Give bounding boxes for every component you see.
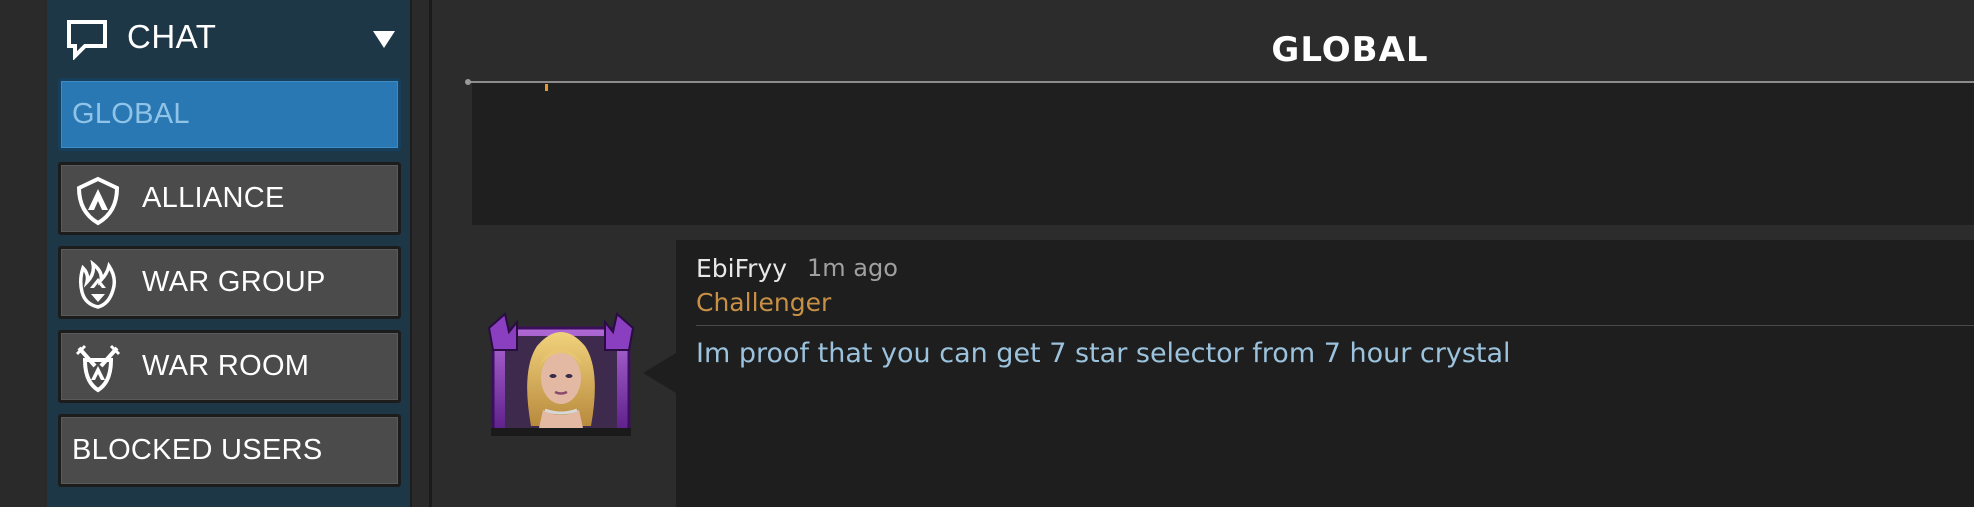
sidebar-item-label: GLOBAL (72, 98, 190, 130)
left-gutter (0, 0, 47, 507)
message-username[interactable]: EbiFryy (696, 254, 787, 283)
divider-dot (465, 79, 471, 85)
sidebar-item-label: BLOCKED USERS (72, 434, 323, 466)
chevron-down-icon[interactable] (373, 31, 395, 48)
sidebar-item-war-group[interactable]: WAR GROUP (58, 246, 401, 319)
page-title: GLOBAL (1271, 30, 1429, 70)
chat-sidebar: CHAT GLOBAL ALLIANCE WAR GROUP WAR ROOM … (47, 0, 410, 507)
message-timestamp: 1m ago (807, 254, 898, 282)
alliance-shield-icon (76, 176, 120, 226)
sidebar-item-blocked-users[interactable]: BLOCKED USERS (58, 414, 401, 487)
sidebar-item-label: WAR GROUP (142, 266, 326, 298)
chat-screen: CHAT GLOBAL ALLIANCE WAR GROUP WAR ROOM … (0, 0, 1974, 507)
chat-header-label: CHAT (127, 18, 217, 55)
sidebar-item-alliance[interactable]: ALLIANCE (58, 162, 401, 235)
message-pointer (643, 353, 676, 393)
war-group-flame-icon (78, 260, 117, 309)
sidebar-item-war-room[interactable]: WAR ROOM (58, 330, 401, 403)
chat-channel-dropdown[interactable]: CHAT (47, 0, 410, 78)
sidebar-divider (410, 0, 432, 507)
war-room-swords-icon (75, 344, 121, 393)
sidebar-item-global[interactable]: GLOBAL (58, 78, 401, 151)
avatar[interactable] (487, 310, 635, 440)
chat-bubble-icon (67, 20, 107, 60)
message-divider (696, 325, 1974, 326)
message-rank: Challenger (696, 288, 832, 317)
sidebar-item-label: ALLIANCE (142, 182, 285, 214)
chat-top-panel (472, 83, 1974, 225)
sidebar-item-label: WAR ROOM (142, 350, 310, 382)
message-text: Im proof that you can get 7 star selecto… (696, 338, 1511, 369)
text-cursor (545, 84, 548, 91)
